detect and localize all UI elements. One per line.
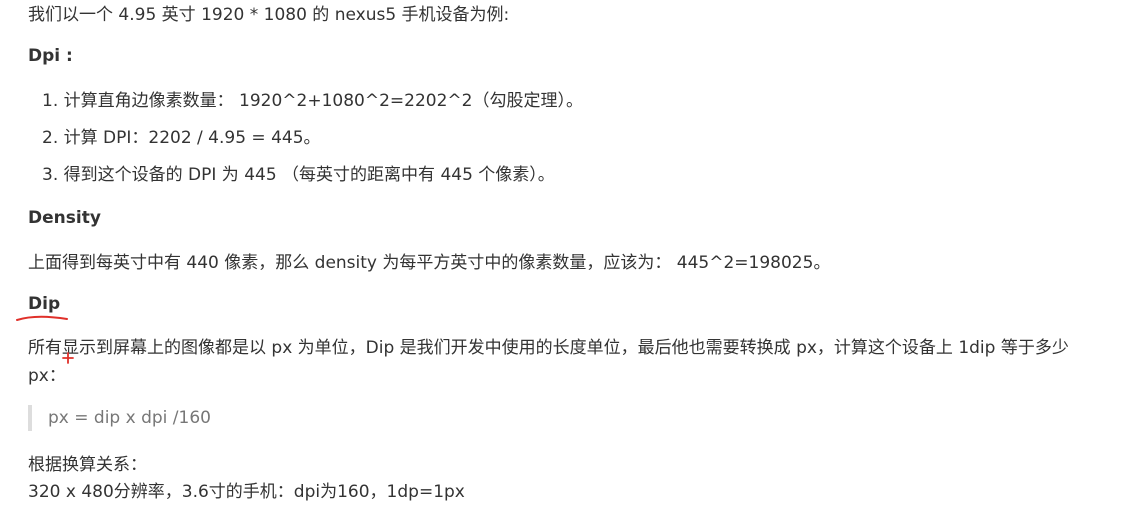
conversion-line: 320 x 480分辨率，3.6寸的手机：dpi为160，1dp=1px (28, 482, 465, 502)
conversion-heading: 根据换算关系： (28, 455, 147, 475)
list-item: 3. 得到这个设备的 DPI 为 445 （每英寸的距离中有 445 个像素）。 (42, 165, 555, 185)
dip-paragraph: 所有显示到屏幕上的图像都是以 px 为单位，Dip 是我们开发中使用的长度单位，… (28, 338, 1069, 386)
intro-paragraph: 我们以一个 4.95 英寸 1920 * 1080 的 nexus5 手机设备为… (28, 5, 510, 25)
dpi-heading: Dpi : (28, 46, 73, 66)
dip-heading: Dip (28, 294, 61, 314)
density-heading: Density (28, 208, 101, 228)
list-item: 1. 计算直角边像素数量： 1920^2+1080^2=2202^2（勾股定理）… (42, 91, 583, 111)
formula-blockquote: px = dip x dpi /160 (28, 405, 211, 431)
list-item: 2. 计算 DPI：2202 / 4.95 = 445。 (42, 128, 321, 148)
density-paragraph: 上面得到每英寸中有 440 像素，那么 density 为每平方英寸中的像素数量… (28, 253, 831, 273)
